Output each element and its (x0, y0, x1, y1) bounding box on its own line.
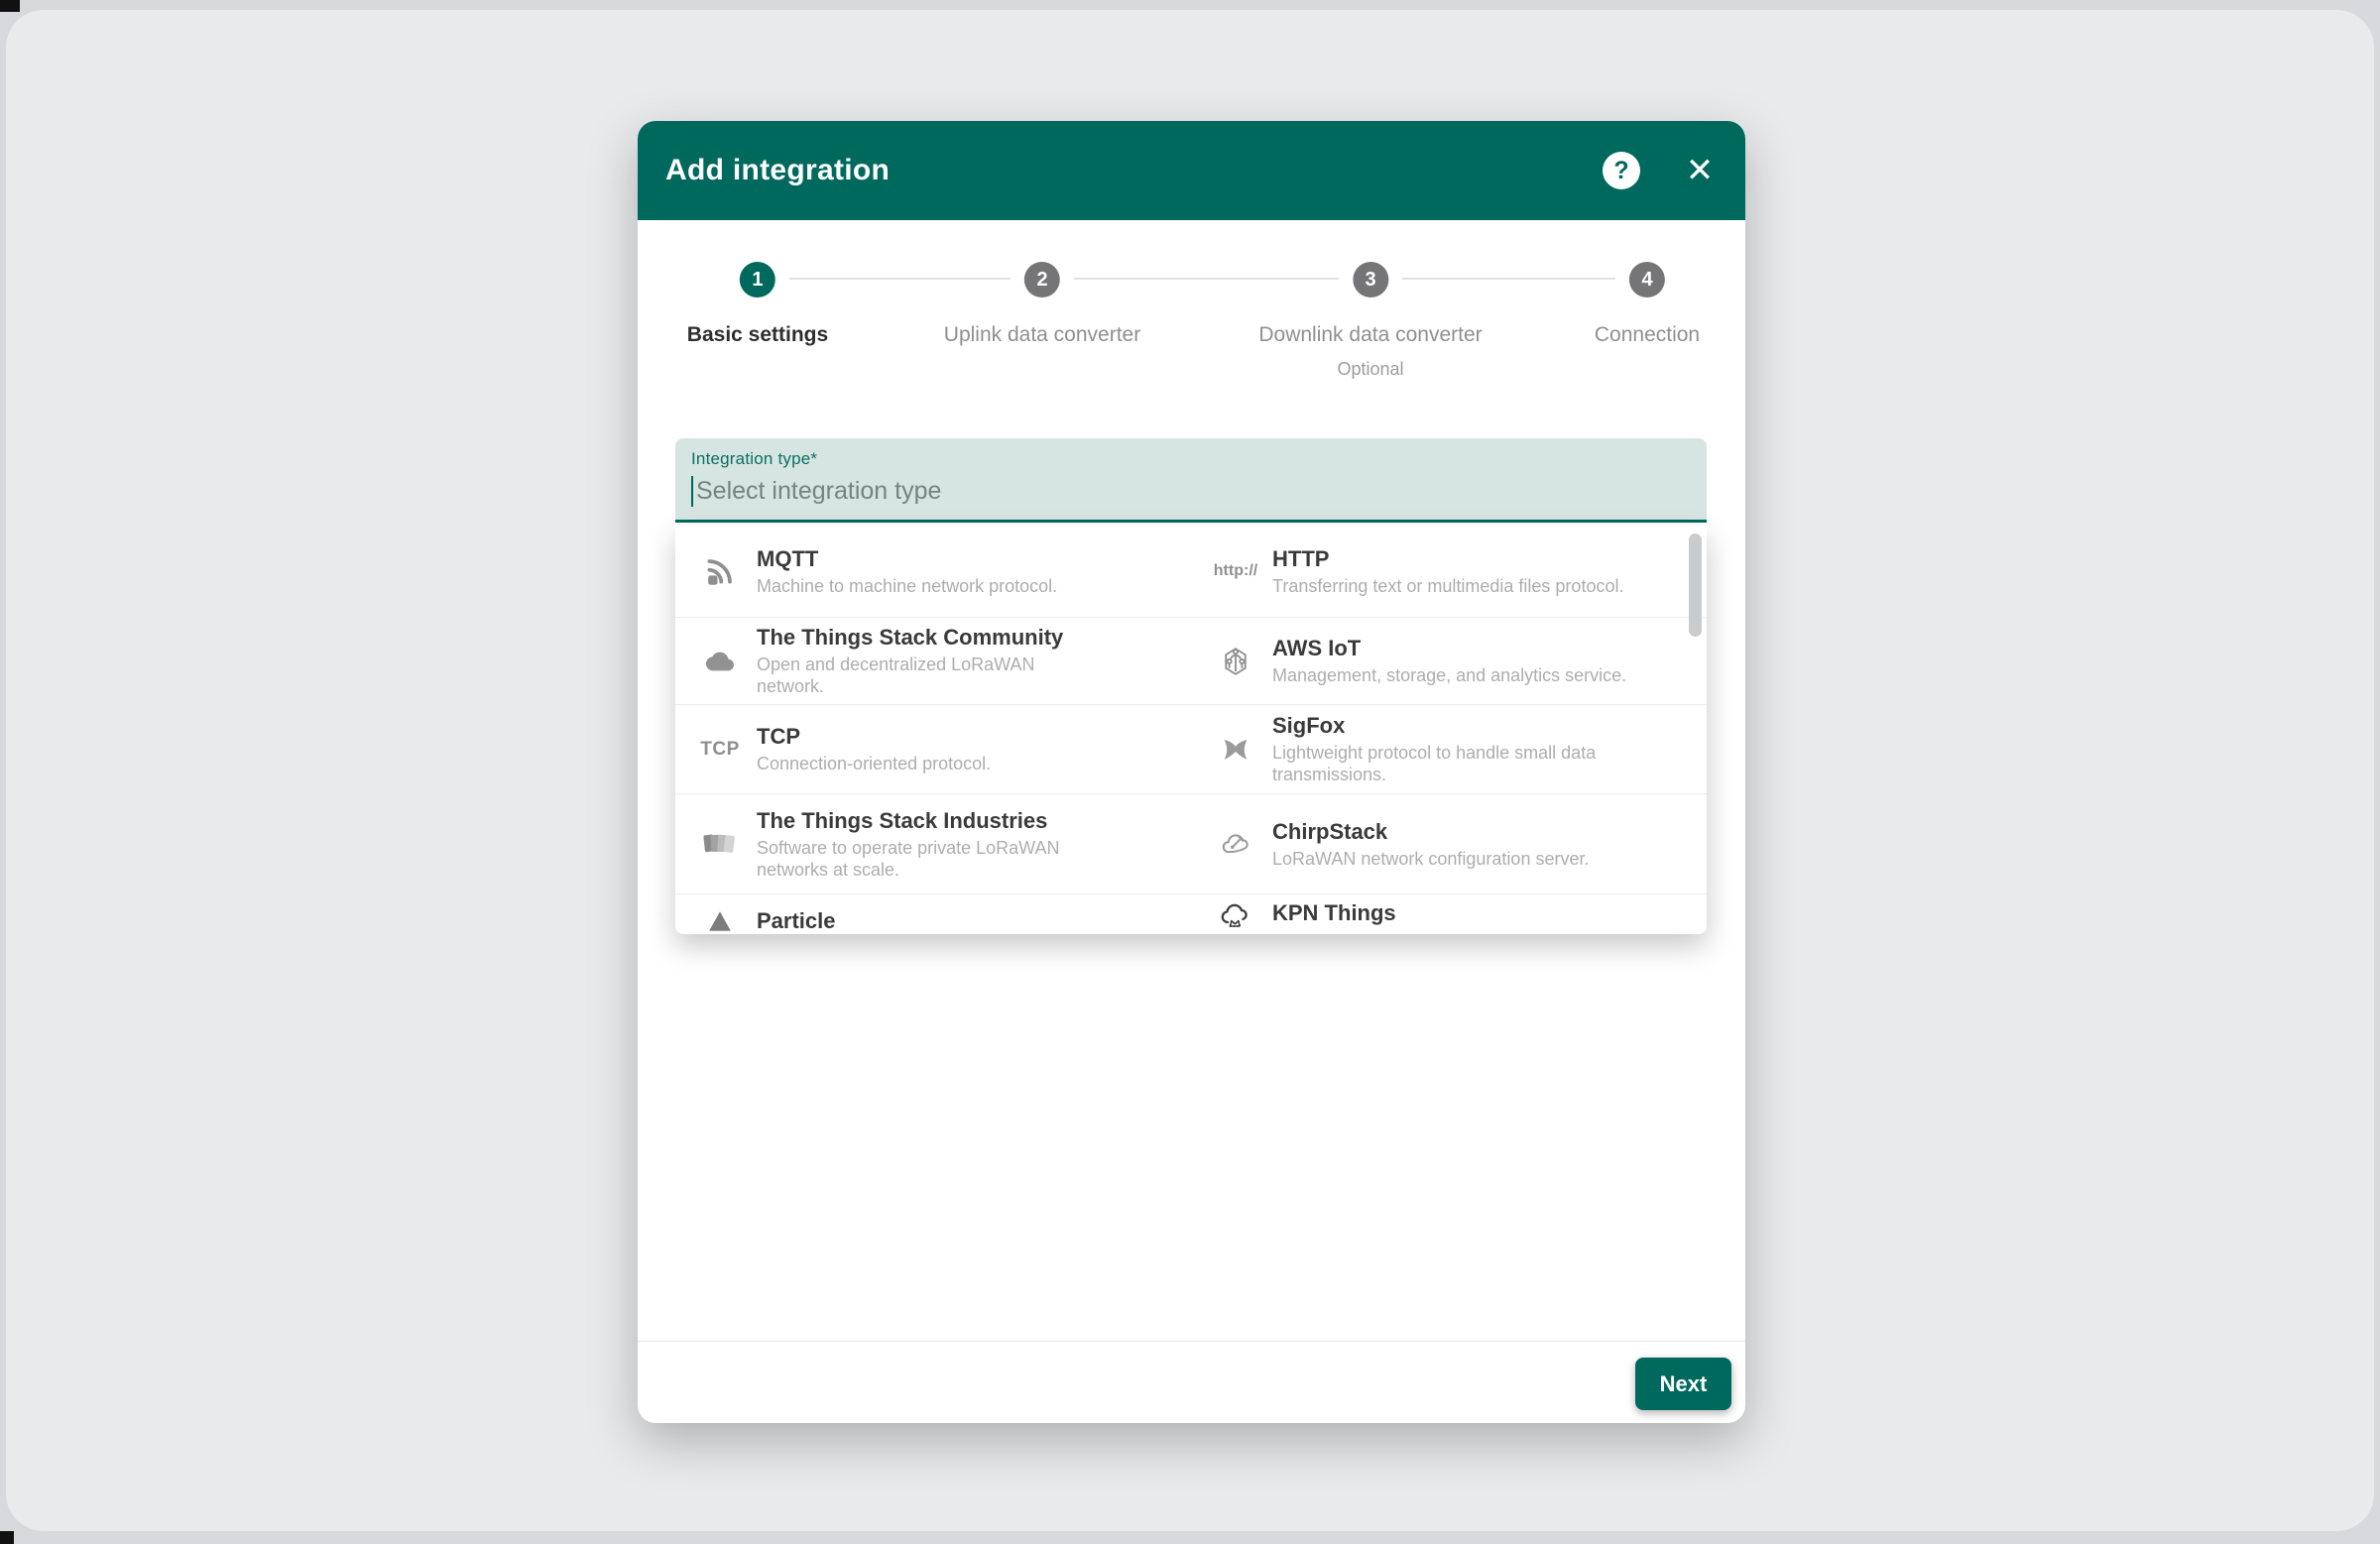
footer-divider (638, 1341, 1745, 1342)
option-particle[interactable]: Particle (675, 894, 1191, 934)
dialog-header: Add integration ? ✕ (638, 121, 1745, 220)
option-description: Machine to machine network protocol. (757, 575, 1057, 597)
option-title: SigFox (1272, 713, 1689, 739)
option-description: Open and decentralized LoRaWAN network. (757, 653, 1094, 697)
dialog-title: Add integration (665, 154, 890, 187)
option-sigfox[interactable]: SigFox Lightweight protocol to handle sm… (1191, 705, 1707, 793)
step-number-badge: 3 (1353, 262, 1388, 297)
option-title: KPN Things (1272, 900, 1396, 926)
step-number-badge: 2 (1024, 262, 1060, 297)
option-description: Connection-oriented protocol. (757, 753, 991, 774)
cloud-icon (697, 648, 743, 675)
step-label: Downlink data converter (1258, 323, 1482, 347)
option-title: AWS IoT (1272, 636, 1626, 661)
option-title: Particle (757, 908, 836, 934)
screen-corner-artifact (0, 0, 20, 12)
screen: Add integration ? ✕ 1 Basic settings 2 U… (0, 0, 2380, 1544)
option-things-stack-community[interactable]: The Things Stack Community Open and dece… (675, 618, 1191, 704)
option-description: Software to operate private LoRaWAN netw… (757, 837, 1094, 881)
integration-type-field[interactable]: Integration type* Select integration typ… (675, 438, 1707, 523)
dropdown-row: Particle KPN Things (675, 893, 1707, 934)
step-basic-settings[interactable]: 1 Basic settings (687, 262, 828, 347)
step-number-badge: 1 (740, 262, 775, 297)
option-title: MQTT (757, 546, 1057, 572)
option-title: The Things Stack Industries (757, 808, 1094, 834)
chirpstack-cloud-signal-icon (1213, 829, 1258, 859)
step-label: Basic settings (687, 323, 828, 347)
help-icon: ? (1613, 159, 1628, 183)
dropdown-row: TCP TCP Connection-oriented protocol. (675, 704, 1707, 793)
option-title: TCP (757, 724, 991, 750)
option-description: Management, storage, and analytics servi… (1272, 664, 1626, 686)
option-title: The Things Stack Community (757, 625, 1094, 651)
close-button[interactable]: ✕ (1682, 153, 1718, 188)
option-title: HTTP (1272, 546, 1623, 572)
option-tcp[interactable]: TCP TCP Connection-oriented protocol. (675, 705, 1191, 793)
option-title: ChirpStack (1272, 819, 1589, 845)
integration-type-label: Integration type* (691, 449, 1691, 469)
dropdown-row: The Things Stack Industries Software to … (675, 793, 1707, 893)
step-label: Uplink data converter (944, 323, 1140, 347)
help-button[interactable]: ? (1603, 152, 1640, 189)
mqtt-signal-icon (697, 556, 743, 586)
option-kpn-things[interactable]: KPN Things (1191, 894, 1707, 934)
option-description: LoRaWAN network configuration server. (1272, 848, 1589, 870)
option-http[interactable]: http:// HTTP Transferring text or multim… (1191, 526, 1707, 617)
step-connection[interactable]: 4 Connection (1595, 262, 1700, 347)
integration-type-dropdown: MQTT Machine to machine network protocol… (675, 526, 1707, 934)
step-number-badge: 4 (1629, 262, 1665, 297)
step-uplink-data-converter[interactable]: 2 Uplink data converter (944, 262, 1140, 347)
http-text-icon: http:// (1213, 562, 1258, 580)
step-label: Connection (1595, 323, 1700, 347)
option-things-stack-industries[interactable]: The Things Stack Industries Software to … (675, 794, 1191, 893)
sigfox-butterfly-icon (1213, 736, 1258, 764)
option-description: Transferring text or multimedia files pr… (1272, 575, 1623, 597)
step-downlink-data-converter[interactable]: 3 Downlink data converter Optional (1258, 262, 1482, 380)
dropdown-scrollbar[interactable] (1689, 534, 1702, 637)
option-aws-iot[interactable]: AWS IoT Management, storage, and analyti… (1191, 618, 1707, 704)
add-integration-dialog: Add integration ? ✕ 1 Basic settings 2 U… (638, 121, 1745, 1423)
step-optional-label: Optional (1258, 359, 1482, 380)
dropdown-row: The Things Stack Community Open and dece… (675, 617, 1707, 704)
screen-corner-artifact (0, 1531, 14, 1544)
close-icon: ✕ (1686, 154, 1715, 187)
tcp-text-icon: TCP (697, 739, 743, 761)
layers-icon (697, 830, 743, 858)
particle-triangle-icon (697, 908, 743, 934)
kpn-cloud-crown-icon (1213, 900, 1258, 932)
integration-type-placeholder: Select integration type (696, 477, 941, 506)
option-description: Lightweight protocol to handle small dat… (1272, 742, 1689, 785)
text-cursor (691, 476, 693, 507)
dropdown-row: MQTT Machine to machine network protocol… (675, 526, 1707, 617)
option-mqtt[interactable]: MQTT Machine to machine network protocol… (675, 526, 1191, 617)
aws-iot-hexagon-icon (1213, 647, 1258, 676)
option-chirpstack[interactable]: ChirpStack LoRaWAN network configuration… (1191, 794, 1707, 893)
next-button[interactable]: Next (1635, 1358, 1731, 1410)
